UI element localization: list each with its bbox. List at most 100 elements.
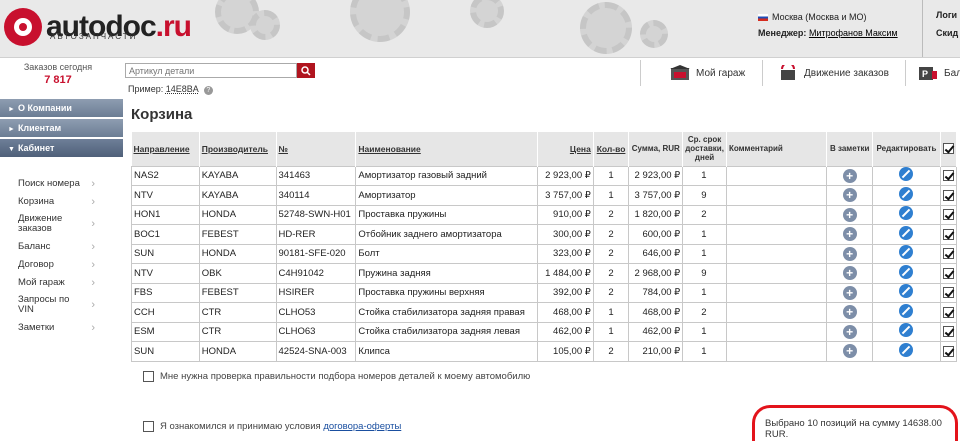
check-request-checkbox[interactable] [143, 371, 154, 382]
row-checkbox[interactable] [942, 267, 954, 279]
cell-comment[interactable] [725, 165, 828, 186]
edit-pencil-icon[interactable] [899, 284, 914, 299]
cell-sum: 210,00 ₽ [628, 341, 684, 362]
cell-name: Пружина задняя [355, 263, 538, 284]
edit-pencil-icon[interactable] [899, 225, 914, 240]
cell-comment[interactable] [725, 263, 828, 284]
row-checkbox[interactable] [942, 287, 954, 299]
edit-pencil-icon[interactable] [899, 186, 914, 201]
cell-maker: HONDA [198, 243, 277, 264]
login-link[interactable]: Логи [936, 10, 957, 20]
sidebar-head-cabinet[interactable]: ▼ Кабинет [0, 139, 123, 157]
cell-comment[interactable] [725, 185, 828, 206]
sidebar-item-notes[interactable]: Заметки › [18, 319, 123, 336]
edit-pencil-icon[interactable] [899, 323, 914, 338]
nav-balance[interactable]: P Бал [918, 58, 960, 88]
add-to-notes-icon[interactable]: + [842, 188, 857, 203]
add-to-notes-icon[interactable]: + [842, 266, 857, 281]
sidebar-head-about[interactable]: ► О Компании [0, 99, 123, 117]
chevron-right-icon: › [91, 276, 95, 289]
nav-my-garage[interactable]: Мой гараж [670, 58, 745, 88]
gear-decoration-icon [640, 20, 668, 48]
city-selector[interactable]: Москва (Москва и МО) [758, 12, 866, 22]
add-to-notes-icon[interactable]: + [842, 324, 857, 339]
add-to-notes-icon[interactable]: + [842, 305, 857, 320]
row-checkbox[interactable] [942, 248, 954, 260]
row-checkbox[interactable] [942, 189, 954, 201]
check-request-option[interactable]: Мне нужна проверка правильности подбора … [143, 371, 530, 382]
agree-option[interactable]: Я ознакомился и принимаю условия договор… [143, 421, 401, 432]
select-all-checkbox[interactable] [942, 143, 954, 155]
cell-notes: + [826, 282, 874, 303]
sidebar: ► О Компании ► Клиентам ▼ Кабинет Поиск ном… [0, 99, 123, 337]
col-number[interactable]: № [276, 132, 357, 166]
add-to-notes-icon[interactable]: + [842, 227, 857, 242]
row-checkbox[interactable] [942, 209, 954, 221]
cell-comment[interactable] [725, 204, 828, 225]
nav-garage-label: Мой гараж [696, 67, 746, 79]
edit-pencil-icon[interactable] [899, 342, 914, 357]
cell-direction: BOC1 [131, 224, 200, 245]
search-button[interactable] [297, 63, 315, 78]
cell-price: 323,00 ₽ [537, 243, 594, 264]
chevron-right-icon: › [91, 258, 95, 271]
add-to-notes-icon[interactable]: + [842, 246, 857, 261]
agree-checkbox[interactable] [143, 421, 154, 432]
sidebar-item-vin[interactable]: Запросы по VIN › [18, 292, 123, 318]
table-row: NAS2 KAYABA 341463 Амортизатор газовый задн… [131, 165, 958, 186]
col-price[interactable]: Цена [537, 132, 594, 166]
cell-comment[interactable] [725, 341, 828, 362]
sidebar-item-label: Поиск номера [18, 177, 80, 189]
sidebar-item-label: Заметки [18, 321, 55, 333]
sidebar-item-balance[interactable]: Баланс › [18, 238, 123, 255]
cell-comment[interactable] [725, 243, 828, 264]
help-icon[interactable]: ? [203, 86, 213, 95]
sidebar-item-contract[interactable]: Договор › [18, 256, 123, 273]
add-to-notes-icon[interactable]: + [842, 285, 857, 300]
cell-select [939, 224, 958, 245]
cell-comment[interactable] [725, 321, 828, 342]
edit-pencil-icon[interactable] [899, 264, 914, 279]
nav-order-movement[interactable]: Движение заказов [778, 58, 889, 88]
col-qty[interactable]: Кол-во [593, 132, 630, 166]
cell-select [939, 204, 958, 225]
col-direction[interactable]: Направление [131, 132, 200, 166]
offer-contract-link[interactable]: договора-оферты [323, 421, 401, 432]
example-label: Пример: [128, 84, 164, 94]
cell-qty: 2 [592, 224, 630, 245]
logo[interactable]: autodoc.ru [4, 4, 192, 50]
example-link[interactable]: 14E8BA [166, 84, 199, 94]
add-to-notes-icon[interactable]: + [842, 344, 857, 359]
sidebar-item-garage[interactable]: Мой гараж › [18, 274, 123, 291]
row-checkbox[interactable] [942, 345, 954, 357]
sidebar-item-movement[interactable]: Движение заказов › [18, 211, 123, 237]
cell-comment[interactable] [725, 302, 828, 323]
sidebar-item-search[interactable]: Поиск номера › [18, 175, 123, 192]
col-select-all[interactable] [940, 132, 958, 166]
row-checkbox[interactable] [942, 306, 954, 318]
add-to-notes-icon[interactable]: + [842, 207, 857, 222]
part-search-input[interactable] [125, 63, 297, 78]
cell-select [939, 185, 958, 206]
discount-link[interactable]: Скид [936, 28, 958, 38]
cell-term: 1 [682, 282, 727, 303]
cell-qty: 1 [592, 302, 630, 323]
cell-notes: + [826, 243, 874, 264]
edit-pencil-icon[interactable] [899, 206, 914, 221]
cell-comment[interactable] [725, 282, 828, 303]
row-checkbox[interactable] [942, 326, 954, 338]
col-name[interactable]: Наименование [355, 132, 538, 166]
edit-pencil-icon[interactable] [899, 245, 914, 260]
manager-link[interactable]: Митрофанов Максим [809, 28, 898, 38]
cell-name: Проставка пружины [355, 204, 538, 225]
row-checkbox[interactable] [942, 228, 954, 240]
col-maker[interactable]: Производитель [199, 132, 277, 166]
edit-pencil-icon[interactable] [899, 167, 914, 182]
row-checkbox[interactable] [942, 170, 954, 182]
sidebar-item-cart[interactable]: Корзина › [18, 193, 123, 210]
edit-pencil-icon[interactable] [899, 303, 914, 318]
add-to-notes-icon[interactable]: + [842, 168, 857, 183]
cell-comment[interactable] [725, 224, 828, 245]
sidebar-head-clients[interactable]: ► Клиентам [0, 119, 123, 137]
cell-edit [872, 302, 941, 323]
